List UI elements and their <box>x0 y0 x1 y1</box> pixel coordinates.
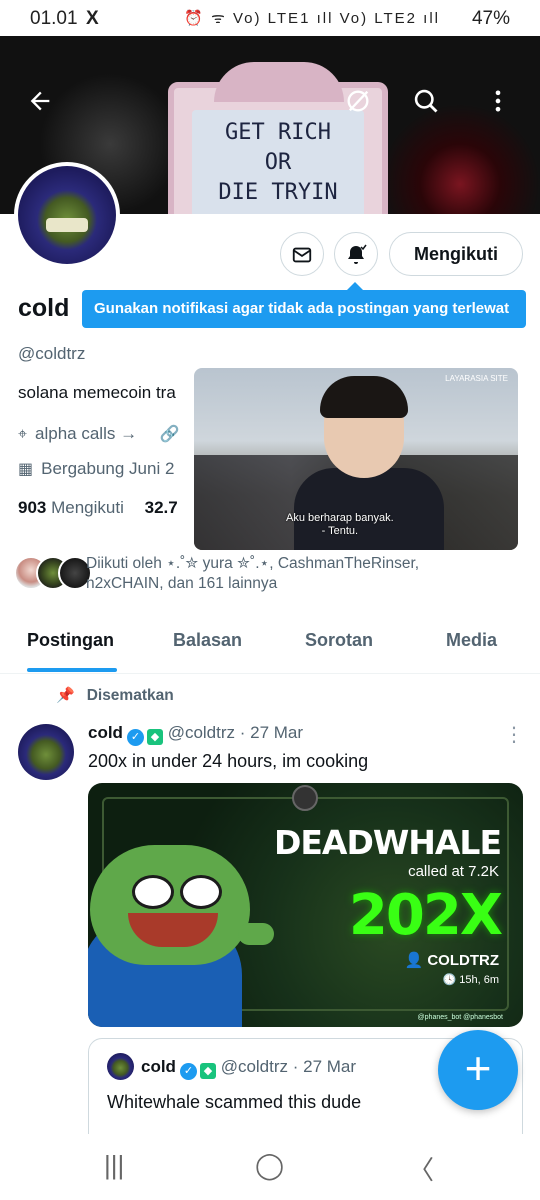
tab-highlights[interactable]: Sorotan <box>305 630 373 651</box>
followed-by-line-2: n2xCHAIN, dan 161 lainnya <box>86 575 278 592</box>
following-count[interactable]: 903 <box>18 498 46 517</box>
pepe-frog-image <box>90 845 250 965</box>
message-button[interactable] <box>280 232 324 276</box>
media-token-title: DEADWHALE <box>274 823 502 862</box>
video-watermark: LAYARASIA SITE <box>445 374 508 383</box>
media-top-emblem-icon <box>292 785 318 811</box>
pin-icon: 📌 <box>56 687 75 704</box>
post-date[interactable]: · 27 Mar <box>240 723 303 742</box>
post-media-image[interactable]: DEADWHALE called at 7.2K 202X 👤 COLDTRZ … <box>88 783 523 1027</box>
profile-counts: 903 Mengikuti 32.7 <box>18 498 196 518</box>
tab-posts[interactable]: Postingan <box>27 630 114 651</box>
profile-location-row: ⌖ alpha calls → 🔗 <box>18 424 198 444</box>
compose-post-button[interactable]: + <box>438 1030 518 1110</box>
subtitle-line-2: - Tentu. <box>321 525 359 537</box>
verified-badge-icon: ✓ <box>179 1063 197 1080</box>
post-author-name[interactable]: cold <box>88 723 123 742</box>
active-tab-indicator <box>27 668 117 672</box>
post-header: cold ✓ ◆ @coldtrz · 27 Mar <box>88 723 303 746</box>
post-author-handle[interactable]: @coldtrz <box>168 723 235 742</box>
affiliate-badge-icon: ◆ <box>199 1063 216 1079</box>
arrow-left-icon <box>30 91 50 111</box>
search-button[interactable] <box>406 86 446 126</box>
bell-check-icon <box>348 244 367 264</box>
sign-line-3: DIE TRYIN <box>218 180 338 205</box>
followed-by-line-1: Diikuti oleh ⋆.˚✮ yura ✮˚.⋆, CashmanTheR… <box>86 555 420 572</box>
post-more-button[interactable]: ⋮ <box>504 722 524 747</box>
profile-avatar[interactable] <box>14 162 120 268</box>
media-time-text: 15h, 6m <box>459 974 499 986</box>
x-app-icon: X <box>86 8 99 29</box>
affiliate-badge-icon: ◆ <box>146 729 163 745</box>
profile-bio: solana memecoin tra <box>18 383 176 402</box>
avatar-image <box>18 166 116 264</box>
clock-icon: 🕓 <box>442 974 460 986</box>
grok-button[interactable] <box>338 86 378 126</box>
followers-count[interactable]: 32.7 <box>145 498 178 517</box>
post-text: 200x in under 24 hours, im cooking <box>88 751 369 771</box>
system-back-button[interactable]: 〈 <box>408 1150 434 1187</box>
notification-button[interactable] <box>334 232 378 276</box>
recent-apps-button[interactable]: ||| <box>104 1150 124 1181</box>
profile-joined: Bergabung Juni 2 <box>41 459 175 478</box>
location-pin-icon: ⌖ <box>18 426 28 443</box>
quote-avatar <box>107 1053 134 1080</box>
profile-name: cold <box>18 294 70 322</box>
pinned-label-text: Disematkan <box>86 687 174 704</box>
profile-handle: @coldtrz <box>18 344 86 363</box>
more-button[interactable] <box>478 86 518 126</box>
verified-badge-icon: ✓ <box>126 729 144 746</box>
subtitle-line-1: Aku berharap banyak. <box>286 512 394 524</box>
post-avatar[interactable] <box>18 724 74 780</box>
media-username-text: COLDTRZ <box>427 952 499 969</box>
video-subtitle: Aku berharap banyak. - Tentu. <box>286 512 394 538</box>
followed-by-text: Diikuti oleh ⋆.˚✮ yura ✮˚.⋆, CashmanTheR… <box>86 554 526 594</box>
media-multiplier: 202X <box>348 883 503 948</box>
quote-author-name: cold <box>141 1057 176 1076</box>
quote-author-handle: @coldtrz <box>220 1057 289 1076</box>
back-button[interactable] <box>20 86 60 126</box>
following-label[interactable]: Mengikuti <box>51 498 124 517</box>
home-button[interactable]: ◯ <box>255 1150 284 1181</box>
tab-replies[interactable]: Balasan <box>173 630 242 651</box>
profile-tabs: Postingan Balasan Sorotan Media <box>0 616 540 674</box>
notification-tooltip[interactable]: Gunakan notifikasi agar tidak ada postin… <box>82 282 526 328</box>
followed-by-row[interactable]: Diikuti oleh ⋆.˚✮ yura ✮˚.⋆, CashmanTheR… <box>14 554 534 602</box>
following-button[interactable]: Mengikuti <box>389 232 523 276</box>
media-footer: @phanes_bot @phanesbot <box>417 1014 503 1021</box>
calendar-icon: ▦ <box>18 461 34 478</box>
envelope-icon <box>292 247 312 263</box>
status-bar: 01.01 X ⏰ ᯤ Vo) LTE1 ıll Vo) LTE2 ıll 47… <box>0 0 540 36</box>
system-navigation-bar: ||| ◯ 〈 <box>0 1134 540 1200</box>
more-vertical-icon <box>495 90 501 112</box>
floating-video-player[interactable]: LAYARASIA SITE Aku berharap banyak. - Te… <box>194 368 518 550</box>
link-icon: 🔗 <box>159 426 180 443</box>
media-username: 👤 COLDTRZ <box>404 951 499 969</box>
tab-media[interactable]: Media <box>446 630 497 651</box>
sign-line-2: OR <box>264 150 292 175</box>
quote-header: cold ✓ ◆ @coldtrz · 27 Mar <box>141 1057 356 1080</box>
media-called-at: called at 7.2K <box>408 863 499 880</box>
profile-location: alpha calls → <box>35 424 138 443</box>
quote-text: Whitewhale scammed this dude <box>107 1092 362 1112</box>
profile-joined-row: ▦ Bergabung Juni 2 <box>18 459 198 479</box>
clock: 01.01 <box>30 8 78 29</box>
grok-icon <box>347 90 369 112</box>
quote-date: · 27 Mar <box>292 1057 357 1076</box>
status-icons: ⏰ ᯤ Vo) LTE1 ıll Vo) LTE2 ıll <box>184 10 440 27</box>
search-icon <box>414 89 438 113</box>
pinned-label: 📌 Disematkan <box>56 686 174 705</box>
battery-indicator: 47% <box>471 8 510 29</box>
media-time: 🕓 15h, 6m <box>442 973 499 986</box>
user-icon: 👤 <box>404 952 428 969</box>
